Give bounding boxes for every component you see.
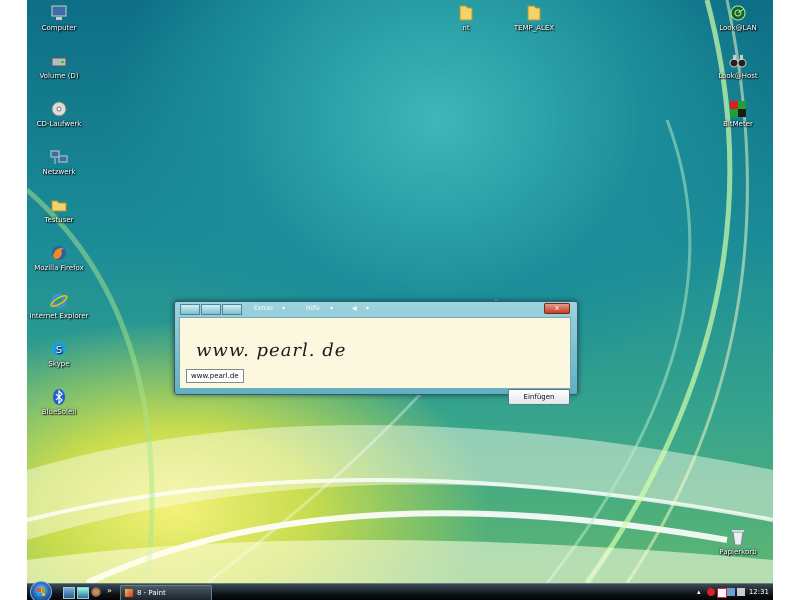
firefox-icon	[50, 244, 68, 262]
paint-icon	[125, 589, 133, 597]
cd-drive-icon	[50, 100, 68, 118]
network-icon	[50, 148, 68, 166]
desktop-icon-label: Skype	[48, 360, 70, 368]
desktop-icon-bitmeter[interactable]: BitMeter	[706, 100, 770, 129]
desktop-icon-label: Papierkorb	[719, 548, 757, 556]
chevron-down-icon[interactable]: ▾	[330, 304, 333, 314]
volume-icon[interactable]	[737, 588, 745, 596]
windows-logo-icon	[37, 588, 45, 596]
chevron-down-icon[interactable]: ▾	[366, 304, 369, 314]
desktop-icon-label: nt	[462, 24, 470, 32]
quick-launch-overflow[interactable]: »	[107, 586, 112, 595]
recognized-text[interactable]: www.pearl.de	[186, 369, 244, 383]
desktop-icon-temp-alex[interactable]: TEMP_ALEX	[502, 4, 566, 33]
desktop-icon-cd-drive[interactable]: CD-Laufwerk	[27, 100, 91, 129]
desktop-icon-label: Mozilla Firefox	[34, 264, 84, 272]
desktop-icon-skype[interactable]: S Skype	[27, 340, 91, 369]
tray-app-icon[interactable]	[717, 588, 727, 598]
desktop-icon-label: Testuser	[44, 216, 74, 224]
meter-icon	[729, 100, 747, 118]
bluetooth-icon	[50, 388, 68, 406]
drive-icon	[50, 52, 68, 70]
close-button[interactable]: x	[544, 303, 570, 314]
desktop-icon-label: Internet Explorer	[29, 312, 89, 320]
desktop-icon-label: BlueSoleil	[41, 408, 77, 416]
radar-icon	[729, 4, 747, 22]
recycle-bin-icon	[729, 528, 747, 546]
desktop-icon-network[interactable]: Netzwerk	[27, 148, 91, 177]
clock[interactable]: 12:31	[749, 584, 769, 600]
system-tray: ▴ 12:31	[693, 584, 773, 600]
desktop-icon-label: Volume (D)	[39, 72, 79, 80]
show-desktop-icon[interactable]	[63, 587, 75, 599]
desktop-icon-computer[interactable]: Computer	[27, 4, 91, 33]
skype-icon: S	[50, 340, 68, 358]
desktop-icon-label: Computer	[41, 24, 77, 32]
writing-pad-tab[interactable]	[180, 304, 200, 315]
chevron-up-icon[interactable]: ▴	[697, 588, 705, 596]
menu-extras[interactable]: Extras	[254, 304, 273, 314]
desktop-icon-label: Netzwerk	[42, 168, 76, 176]
desktop-icon-lookatlan[interactable]: Look@LAN	[706, 4, 770, 33]
taskbar-button-label: 8 - Paint	[137, 589, 166, 597]
desktop-icon-internet-explorer[interactable]: Internet Explorer	[27, 292, 91, 321]
svg-text:S: S	[56, 345, 62, 356]
antivirus-icon[interactable]	[707, 588, 715, 596]
desktop-icon-volume-d[interactable]: Volume (D)	[27, 52, 91, 81]
wallpaper-swooshes	[27, 0, 773, 586]
folder-icon	[525, 4, 543, 22]
menu-help[interactable]: Hilfe	[306, 304, 320, 314]
desktop-icon-lookathost[interactable]: Look@Host	[706, 52, 770, 81]
network-tray-icon[interactable]	[727, 588, 735, 596]
chevron-down-icon[interactable]: ▾	[282, 304, 285, 314]
handwritten-ink: www. pearl. de	[196, 340, 347, 361]
insert-button[interactable]: Einfügen	[508, 389, 570, 405]
taskbar-button-paint[interactable]: 8 - Paint	[120, 585, 212, 600]
keyboard-tab[interactable]	[222, 304, 242, 315]
desktop-icon-testuser[interactable]: Testuser	[27, 196, 91, 225]
switch-windows-icon[interactable]	[77, 587, 89, 599]
desktop-icon-label: BitMeter	[723, 120, 753, 128]
desktop-icon-recycle-bin[interactable]: Papierkorb	[706, 528, 770, 557]
desktop-icon-label: CD-Laufwerk	[36, 120, 82, 128]
desktop-icon-label: TEMP_ALEX	[513, 24, 555, 32]
input-panel-window[interactable]: Extras ▾ Hilfe ▾ ◀ ▾ x www. pearl. de ww…	[174, 301, 578, 405]
speaker-icon[interactable]: ◀	[352, 304, 357, 314]
start-button[interactable]	[30, 581, 52, 600]
taskbar: » 8 - Paint ▴ 12:31	[27, 581, 773, 600]
binoculars-icon	[729, 52, 747, 70]
character-pad-tab[interactable]	[201, 304, 221, 315]
user-folder-icon	[50, 196, 68, 214]
writing-pad[interactable]: www. pearl. de www.pearl.de	[179, 317, 571, 389]
desktop[interactable]: Computer Volume (D) CD-Laufwerk Netzwerk…	[27, 0, 773, 600]
folder-icon	[457, 4, 475, 22]
firefox-icon[interactable]	[91, 587, 101, 597]
desktop-icon-bluesoleil[interactable]: BlueSoleil	[27, 388, 91, 417]
internet-explorer-icon	[50, 292, 68, 310]
computer-icon	[50, 4, 68, 22]
desktop-icon-firefox[interactable]: Mozilla Firefox	[27, 244, 91, 273]
desktop-icon-nt[interactable]: nt	[434, 4, 498, 33]
desktop-icon-label: Look@LAN	[719, 24, 757, 32]
desktop-icon-label: Look@Host	[718, 72, 758, 80]
